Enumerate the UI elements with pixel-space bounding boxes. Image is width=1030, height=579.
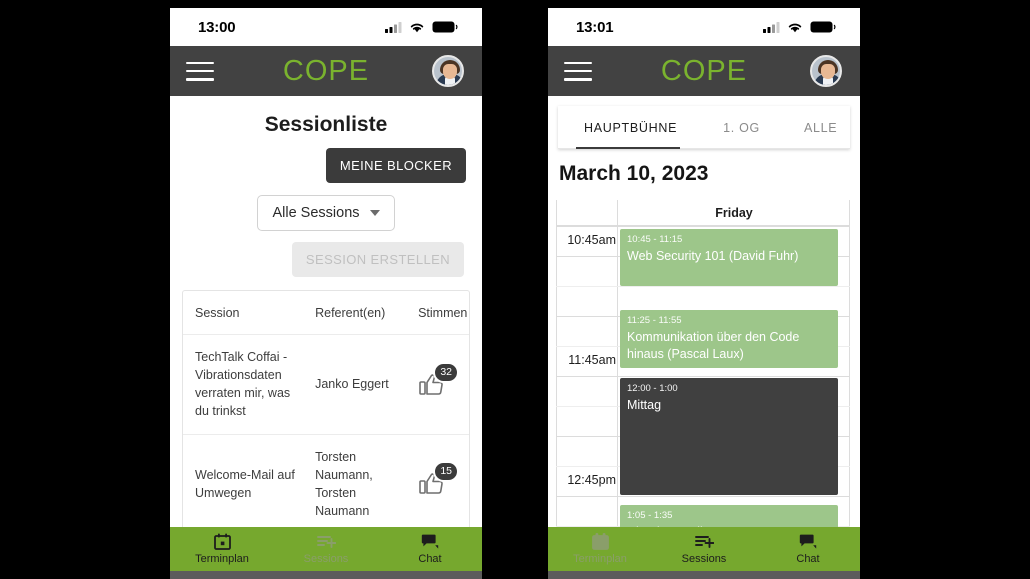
nav-label-terminplan: Terminplan [195, 553, 249, 565]
calendar-grid: Friday 10:45am 11:45am 12:45pm 10:45 - 1… [556, 200, 850, 527]
nav-label-chat: Chat [796, 553, 820, 565]
screenshot-stage: 13:00 COPE Sessionliste MEINE BLOCKER Al… [0, 0, 1030, 579]
cell-session-title: Welcome-Mail auf Umwegen [183, 434, 304, 527]
app-bar: COPE [548, 46, 860, 96]
home-indicator-bar [548, 571, 860, 579]
avatar[interactable] [432, 55, 464, 87]
status-bar: 13:00 [170, 8, 482, 46]
vote-control[interactable]: 32 [419, 361, 459, 399]
event-time: 12:00 - 1:00 [627, 383, 678, 394]
chat-icon [799, 533, 817, 550]
calendar-event[interactable]: 12:00 - 1:00 Mittag [620, 378, 838, 495]
filter-row: Alle Sessions [170, 183, 482, 231]
event-title: Kommunikation über den Code hinaus (Pasc… [627, 330, 800, 362]
bottom-nav: Terminplan Sessions Chat [170, 527, 482, 571]
app-bar: COPE [170, 46, 482, 96]
table-header-row: Session Referent(en) Stimmen [183, 291, 469, 335]
time-label: 10:45am [567, 233, 616, 247]
agenda-calendar: Friday 10:45am 11:45am 12:45pm 10:45 - 1… [556, 200, 850, 527]
calendar-icon [591, 533, 609, 550]
calendar-icon [213, 533, 231, 550]
cell-speakers: Janko Eggert [303, 334, 407, 435]
tab-hauptbuehne[interactable]: HAUPTBÜHNE [580, 121, 681, 135]
chat-icon [421, 533, 439, 550]
avatar[interactable] [810, 55, 842, 87]
status-time: 13:01 [576, 18, 614, 36]
session-table: Session Referent(en) Stimmen TechTalk Co… [183, 291, 469, 527]
calendar-event[interactable]: 10:45 - 11:15 Web Security 101 (David Fu… [620, 229, 838, 286]
home-indicator-bar [170, 571, 482, 579]
nav-label-sessions: Sessions [303, 553, 349, 565]
cell-votes: 15 [406, 434, 469, 527]
menu-icon[interactable] [564, 61, 592, 81]
cell-speakers: Torsten Naumann, Torsten Naumann [303, 434, 407, 527]
battery-icon [810, 21, 836, 33]
vote-count-badge: 15 [433, 461, 459, 483]
agenda-date: March 10, 2023 [559, 162, 709, 185]
session-table-card: Session Referent(en) Stimmen TechTalk Co… [182, 290, 470, 527]
nav-label-terminplan: Terminplan [573, 553, 627, 565]
session-list-icon [694, 533, 714, 550]
nav-item-chat[interactable]: Chat [756, 533, 860, 565]
nav-item-sessions[interactable]: Sessions [652, 533, 756, 565]
nav-item-sessions[interactable]: Sessions [274, 533, 378, 565]
create-button-row: SESSION ERSTELLEN [170, 231, 482, 277]
column-header-session: Session [183, 291, 304, 335]
time-label: 12:45pm [567, 473, 616, 487]
stage-tabs: HAUPTBÜHNE 1. OG ALLE MEI [558, 106, 850, 149]
status-icons [385, 21, 458, 33]
wifi-icon [788, 23, 802, 33]
calendar-event[interactable]: 1:05 - 1:35 Cloud-Compliance - Sicherhei… [620, 505, 838, 527]
event-time: 10:45 - 11:15 [627, 234, 683, 245]
time-label: 11:45am [568, 353, 616, 367]
event-title: Mittag [627, 398, 662, 413]
signal-icon [763, 22, 780, 33]
cell-votes: 32 [406, 334, 469, 435]
session-list-icon [316, 533, 336, 550]
bottom-nav: Terminplan Sessions Chat [548, 527, 860, 571]
table-row[interactable]: Welcome-Mail auf Umwegen Torsten Naumann… [183, 434, 469, 527]
page-title: Sessionliste [264, 113, 388, 136]
session-filter-value: Alle Sessions [272, 205, 360, 221]
wifi-icon [410, 23, 424, 33]
calendar-day-header: Friday [618, 200, 850, 226]
tab-alle[interactable]: ALLE [800, 121, 841, 135]
chevron-down-icon [369, 210, 380, 216]
column-header-speakers: Referent(en) [303, 291, 407, 335]
phone-left-session-list: 13:00 COPE Sessionliste MEINE BLOCKER Al… [170, 8, 482, 579]
active-tab-indicator [576, 146, 680, 149]
vote-count-badge: 32 [433, 361, 459, 383]
nav-label-sessions: Sessions [681, 553, 727, 565]
nav-item-terminplan[interactable]: Terminplan [548, 533, 652, 565]
status-time: 13:00 [198, 18, 236, 36]
event-time: 1:05 - 1:35 [627, 510, 673, 521]
nav-item-terminplan[interactable]: Terminplan [170, 533, 274, 565]
session-erstellen-button[interactable]: SESSION ERSTELLEN [291, 242, 464, 277]
agenda-screen: HAUPTBÜHNE 1. OG ALLE MEI March 10, 2023… [548, 96, 860, 527]
signal-icon [385, 22, 402, 33]
status-bar: 13:01 [548, 8, 860, 46]
tab-1-og[interactable]: 1. OG [719, 121, 764, 135]
vote-control[interactable]: 15 [419, 461, 459, 498]
table-row[interactable]: TechTalk Coffai - Vibrationsdaten verrat… [183, 334, 469, 435]
column-header-votes: Stimmen [406, 291, 469, 335]
status-icons [763, 21, 836, 33]
nav-label-chat: Chat [418, 553, 442, 565]
nav-item-chat[interactable]: Chat [378, 533, 482, 565]
stage-tabs-card: HAUPTBÜHNE 1. OG ALLE MEI [558, 106, 850, 149]
session-filter-select[interactable]: Alle Sessions [257, 195, 395, 231]
event-title: Web Security 101 (David Fuhr) [627, 249, 799, 264]
menu-icon[interactable] [186, 61, 214, 81]
session-list-screen: Sessionliste MEINE BLOCKER Alle Sessions… [170, 96, 482, 527]
battery-icon [432, 21, 458, 33]
calendar-corner-cell [556, 200, 618, 226]
event-time: 11:25 - 11:55 [627, 315, 682, 326]
cell-session-title: TechTalk Coffai - Vibrationsdaten verrat… [183, 334, 304, 435]
event-title: Cloud-Compliance - Sicherheitsstandards [627, 524, 831, 527]
phone-right-agenda: 13:01 COPE HAUPTBÜHNE 1. OG ALLE March 1… [548, 8, 860, 579]
calendar-event[interactable]: 11:25 - 11:55 Kommunikation über den Cod… [620, 310, 838, 368]
meine-blocker-button[interactable]: MEINE BLOCKER [325, 148, 466, 183]
blocker-button-row: MEINE BLOCKER [170, 137, 482, 183]
